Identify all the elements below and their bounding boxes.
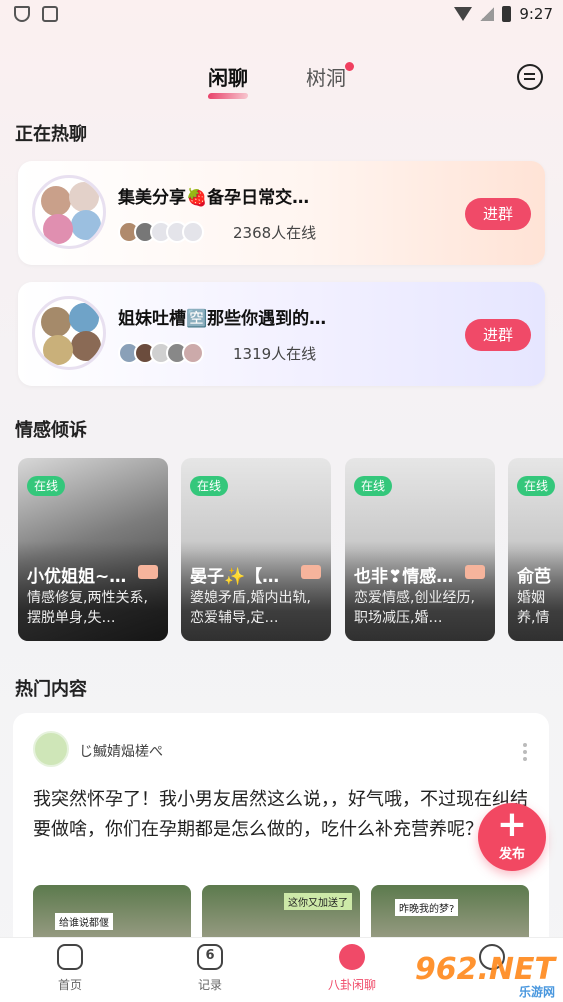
publish-button[interactable]: + 发布 [478,803,546,871]
group-card[interactable]: 姐妹吐槽🈳那些你遇到的… 1319人在线 进群 [18,282,545,386]
counselor-desc: 婆媳矛盾,婚内出轨,恋爱辅导,定… [190,590,311,626]
calendar-icon: 6 [197,944,223,970]
counselor-card[interactable]: 在线 晏子✨【… 婆媳矛盾,婚内出轨,恋爱辅导,定… [181,458,331,641]
battery-icon [502,6,512,22]
counselor-name: 小优姐姐~… [27,567,127,587]
counselor-desc: 恋爱情感,创业经历,职场减压,婚… [354,590,475,626]
emotion-card-list: 在线 小优姐姐~… 情感修复,两性关系,摆脱单身,失… 在线 晏子✨【… 婆媳矛… [18,458,563,641]
level-tag-icon [138,565,158,579]
online-count: 2368人在线 [233,224,317,242]
group-title: 集美分享🍓备孕日常交… [118,188,310,208]
counselor-name: 也非❣情感… [354,567,454,587]
counselor-card[interactable]: 在线 也非❣情感… 恋爱情感,创业经历,职场减压,婚… [345,458,495,641]
member-avatars [118,342,204,364]
home-icon [57,944,83,970]
status-time: 9:27 [519,5,553,23]
plus-icon: + [496,804,528,845]
section-title-hot-content: 热门内容 [15,679,87,700]
wifi-icon [454,7,473,21]
section-title-hot-chat: 正在热聊 [15,124,87,145]
shield-icon [14,6,30,22]
group-title: 姐妹吐槽🈳那些你遇到的… [118,309,327,329]
chat-bubble-icon [339,944,365,970]
level-tag-icon [301,565,321,579]
watermark-logo: 962.NET 乐游网 [414,952,555,999]
more-icon[interactable] [523,743,527,761]
app-a-icon [42,6,58,22]
counselor-card[interactable]: 在线 小优姐姐~… 情感修复,两性关系,摆脱单身,失… [18,458,168,641]
counselor-name: 俞芭 [517,567,551,587]
status-bar: 9:27 [0,0,563,30]
nav-item-record[interactable]: 6 记录 [170,944,250,993]
counselor-desc: 情感修复,两性关系,摆脱单身,失… [27,590,148,626]
nav-item-gossip[interactable]: 八卦闲聊 [312,944,392,993]
tab-underline [207,93,249,99]
online-count: 1319人在线 [233,345,317,363]
level-tag-icon [465,565,485,579]
join-group-button[interactable]: 进群 [465,198,531,230]
tab-tree-hole[interactable]: 树洞 [306,62,354,91]
counselor-name: 晏子✨【… [190,567,280,587]
post-text[interactable]: 我突然怀孕了！我小男友居然这么说，，好气哦，不过现在纠结要做啥，你们在孕期都是怎… [33,785,533,845]
notification-dot [345,62,354,71]
group-avatar [32,296,106,370]
post-username[interactable]: じ鰄婧煰槎ぺ [79,741,163,761]
signal-icon [480,7,495,21]
group-card[interactable]: 集美分享🍓备孕日常交… 2368人在线 进群 [18,161,545,265]
online-badge: 在线 [190,476,228,496]
member-avatars [118,221,204,243]
online-badge: 在线 [517,476,555,496]
header-tabs: 闲聊 树洞 [0,62,563,99]
nav-item-home[interactable]: 首页 [30,944,110,993]
tab-chat[interactable]: 闲聊 [207,62,249,99]
counselor-card[interactable]: 在线 俞芭 婚姻养,情 [508,458,563,641]
avatar[interactable] [33,731,69,767]
online-badge: 在线 [27,476,65,496]
counselor-desc: 婚姻养,情 [517,590,550,626]
section-title-emotion: 情感倾诉 [15,420,87,441]
join-group-button[interactable]: 进群 [465,319,531,351]
message-icon[interactable] [517,64,543,90]
online-badge: 在线 [354,476,392,496]
group-avatar [32,175,106,249]
